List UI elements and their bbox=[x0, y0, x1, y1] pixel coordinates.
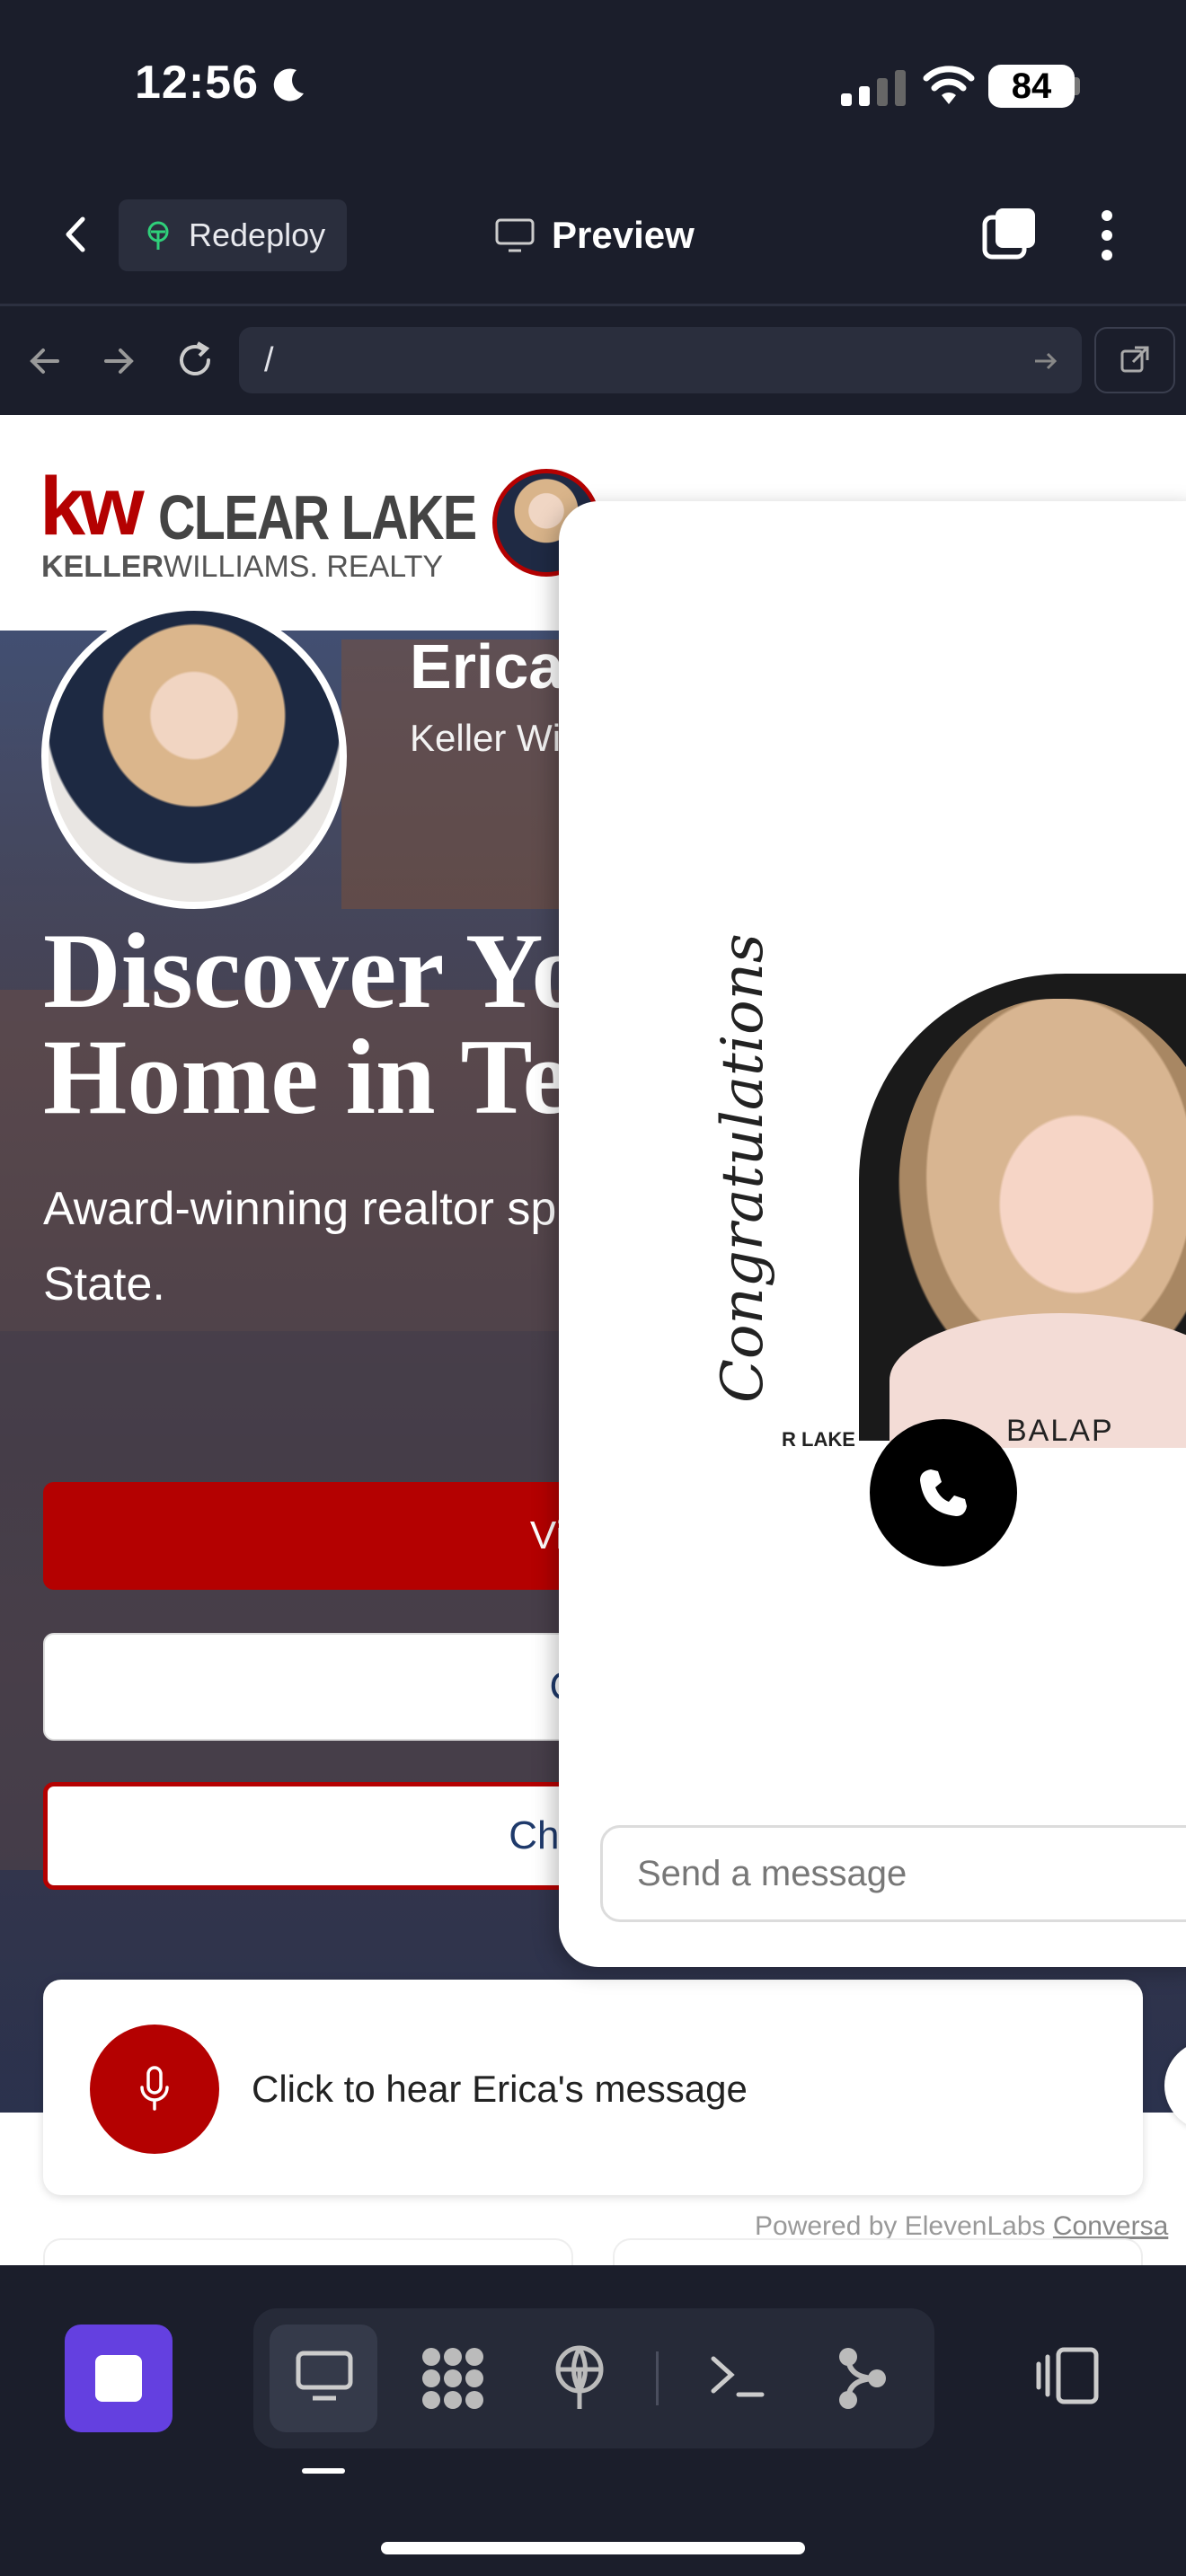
mic-icon bbox=[140, 2066, 169, 2111]
url-input[interactable]: / bbox=[239, 327, 1082, 393]
agent-company: Keller Wi bbox=[410, 717, 562, 759]
avatar-script-text: Congratulations bbox=[710, 933, 776, 1403]
avatar-caption-left: R LAKE bbox=[782, 1428, 855, 1451]
web-viewport: kw CLEAR LAKE KELLERWILLIAMS. REALTY Eri… bbox=[0, 415, 1186, 2265]
layout-toggle-icon[interactable] bbox=[1033, 2344, 1102, 2407]
workflow-icon[interactable] bbox=[836, 2344, 890, 2413]
open-external-button[interactable] bbox=[1094, 327, 1175, 393]
monitor-icon[interactable] bbox=[293, 2344, 356, 2407]
deploy-icon bbox=[147, 221, 169, 250]
arrow-left-icon[interactable] bbox=[25, 341, 65, 381]
terminal-icon[interactable] bbox=[706, 2344, 769, 2407]
redeploy-label: Redeploy bbox=[189, 216, 326, 253]
battery-indicator: 84 bbox=[988, 65, 1075, 108]
redeploy-button[interactable]: Redeploy bbox=[119, 199, 347, 271]
external-link-icon bbox=[1120, 346, 1149, 373]
stop-icon bbox=[95, 2355, 142, 2402]
signal-icon bbox=[841, 70, 906, 106]
avatar-caption-right: BALAP bbox=[1006, 1414, 1114, 1448]
reload-icon[interactable] bbox=[173, 338, 217, 383]
tabs-icon[interactable] bbox=[981, 205, 1039, 262]
active-tab-indicator bbox=[302, 2468, 345, 2474]
tool-divider bbox=[656, 2351, 659, 2405]
preview-label: Preview bbox=[552, 214, 695, 256]
call-button[interactable] bbox=[870, 1419, 1017, 1566]
phone-icon bbox=[920, 1469, 967, 1516]
more-vertical-icon[interactable] bbox=[1098, 208, 1116, 262]
apps-grid-icon[interactable] bbox=[419, 2344, 487, 2413]
mic-button[interactable] bbox=[90, 2025, 219, 2154]
agent-name: Erica bbox=[410, 631, 564, 701]
stop-button[interactable] bbox=[65, 2325, 173, 2432]
status-time: 12:56 bbox=[135, 57, 259, 109]
voice-message-label: Click to hear Erica's message bbox=[252, 2068, 748, 2110]
wifi-icon bbox=[923, 66, 975, 104]
deploy-icon[interactable] bbox=[548, 2344, 611, 2413]
arrow-right-icon[interactable] bbox=[99, 341, 138, 381]
powered-link[interactable]: Conversa bbox=[1053, 2211, 1168, 2241]
moon-icon bbox=[273, 68, 304, 101]
brokerage-name: KELLERWILLIAMS. REALTY bbox=[41, 550, 444, 584]
battery-tip bbox=[1075, 77, 1080, 95]
office-name: CLEAR LAKE bbox=[158, 482, 477, 552]
agent-photo bbox=[41, 604, 347, 909]
monitor-icon bbox=[495, 218, 535, 252]
go-arrow-icon[interactable] bbox=[1031, 347, 1060, 375]
preview-title: Preview bbox=[494, 214, 695, 257]
card bbox=[43, 2238, 573, 2265]
powered-by: Powered by ElevenLabs Conversa bbox=[755, 2211, 1169, 2241]
card bbox=[613, 2238, 1143, 2265]
kw-logo[interactable]: kw bbox=[40, 460, 145, 554]
home-indicator bbox=[381, 2542, 805, 2554]
header-divider bbox=[0, 304, 1186, 306]
back-chevron-icon[interactable] bbox=[54, 212, 99, 257]
message-input[interactable]: Send a message bbox=[600, 1825, 1186, 1922]
